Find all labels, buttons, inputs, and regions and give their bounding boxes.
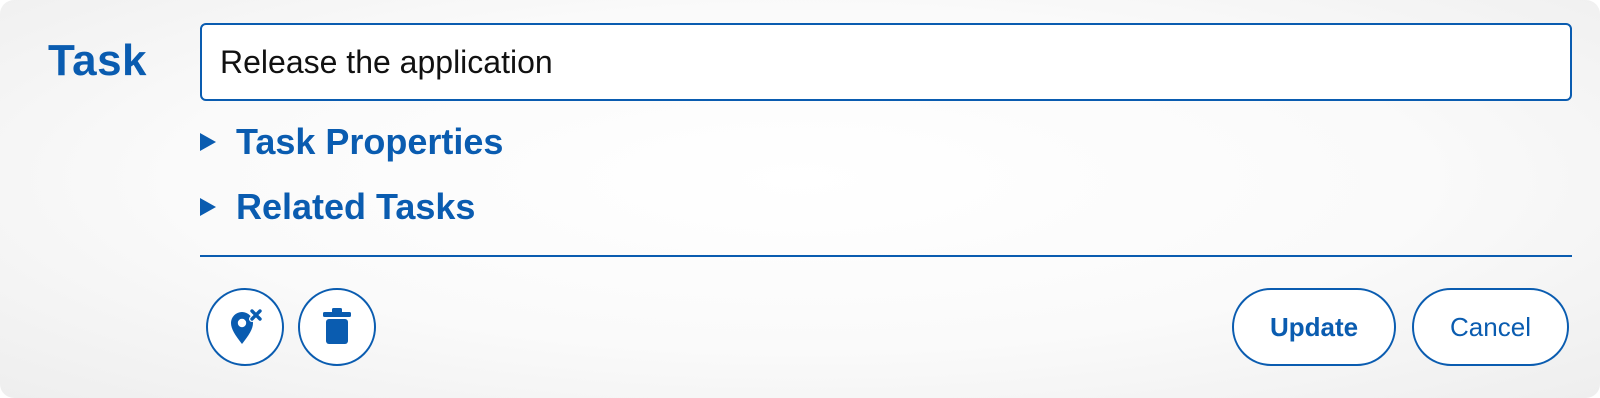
cancel-button[interactable]: Cancel: [1412, 288, 1569, 366]
disclosure-triangle-icon: [200, 133, 216, 151]
update-button[interactable]: Update: [1232, 288, 1396, 366]
task-properties-disclosure[interactable]: Task Properties: [200, 121, 503, 163]
task-properties-label: Task Properties: [236, 121, 504, 162]
section-divider: [200, 255, 1572, 257]
task-edit-panel: Task Task Properties Related Tasks: [0, 0, 1600, 398]
task-heading: Task: [48, 36, 148, 85]
delete-task-button[interactable]: [298, 288, 376, 366]
disclosure-triangle-icon: [200, 198, 216, 216]
location-remove-icon: [223, 304, 267, 351]
task-name-input[interactable]: [200, 23, 1572, 101]
trash-icon: [320, 306, 354, 349]
remove-location-button[interactable]: [206, 288, 284, 366]
related-tasks-disclosure[interactable]: Related Tasks: [200, 186, 475, 228]
related-tasks-label: Related Tasks: [236, 186, 476, 227]
